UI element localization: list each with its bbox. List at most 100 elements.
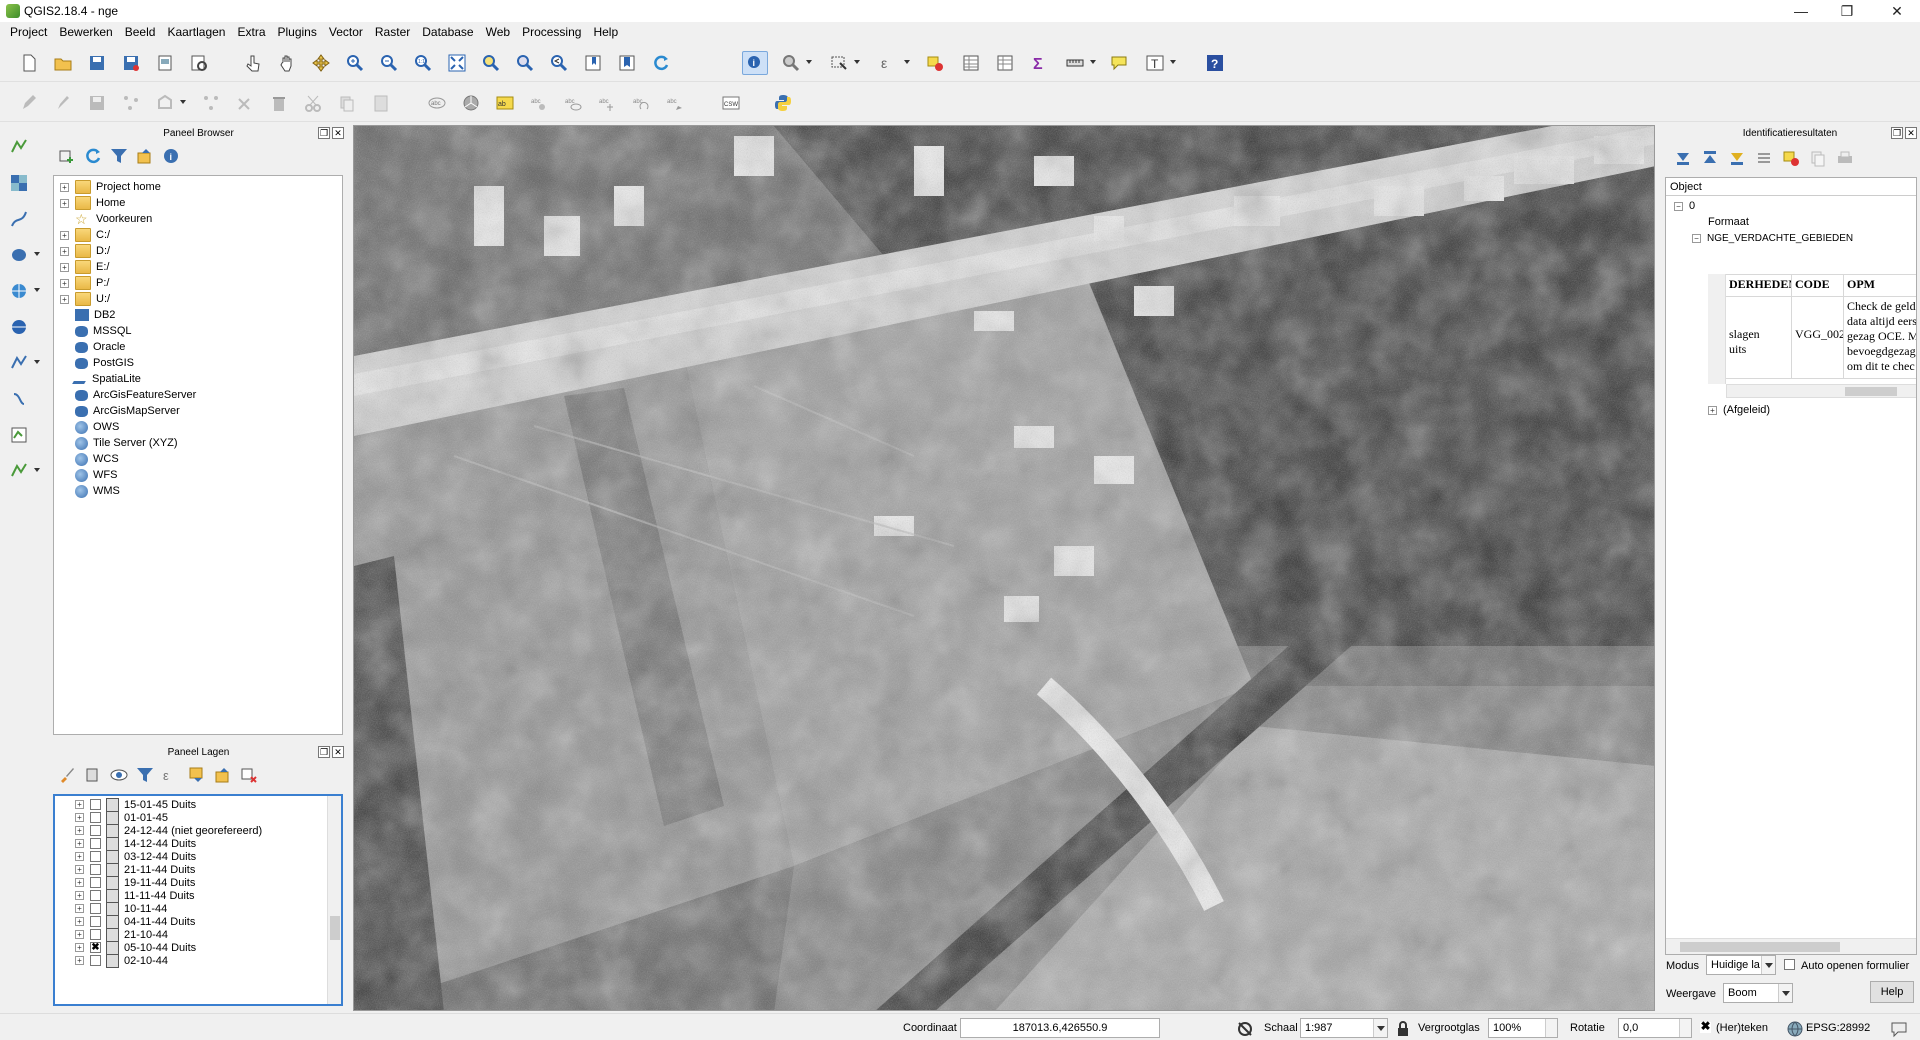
- expand-all-icon[interactable]: [188, 766, 206, 784]
- menu-kaartlagen[interactable]: Kaartlagen: [161, 22, 231, 42]
- pan-hand-icon[interactable]: [274, 51, 300, 75]
- print-results-icon[interactable]: [1836, 149, 1854, 167]
- layer-visibility-checkbox[interactable]: [90, 903, 101, 914]
- browser-item[interactable]: ArcGisMapServer: [60, 403, 180, 419]
- expand-toggle-icon[interactable]: +: [75, 904, 84, 913]
- layer-item[interactable]: +15-01-45 Duits: [75, 797, 196, 812]
- menu-vector[interactable]: Vector: [323, 22, 369, 42]
- expand-toggle-icon[interactable]: +: [60, 262, 69, 272]
- add-delimited-text-icon[interactable]: [6, 387, 32, 411]
- scale-combobox[interactable]: 1:987: [1300, 1018, 1388, 1038]
- layer-item[interactable]: +02-10-44: [75, 953, 168, 968]
- identify-hscrollbar[interactable]: [1666, 938, 1916, 954]
- measure-icon[interactable]: [1062, 51, 1096, 75]
- float-panel-button[interactable]: ❐: [318, 746, 330, 758]
- grid-hscrollbar[interactable]: [1726, 384, 1916, 398]
- derived-row[interactable]: + (Afgeleid): [1708, 402, 1770, 418]
- cut-icon[interactable]: [300, 91, 326, 115]
- collapse-tree-icon[interactable]: [1701, 149, 1719, 167]
- layer-visibility-checkbox[interactable]: [90, 955, 101, 966]
- copy-icon[interactable]: [334, 91, 360, 115]
- statistics-sigma-icon[interactable]: Σ: [1026, 51, 1052, 75]
- expand-toggle-icon[interactable]: +: [75, 826, 84, 835]
- map-canvas[interactable]: [353, 125, 1655, 1011]
- lock-scale-icon[interactable]: [1394, 1020, 1412, 1038]
- zoom-to-layer-icon[interactable]: [512, 51, 538, 75]
- minimize-button[interactable]: —: [1778, 0, 1824, 22]
- filter-browser-icon[interactable]: [110, 147, 128, 165]
- add-wfs-layer-icon[interactable]: [6, 351, 40, 375]
- expand-toggle-icon[interactable]: +: [75, 865, 84, 874]
- browser-item[interactable]: + D:/: [60, 243, 110, 259]
- new-shapefile-icon[interactable]: [6, 423, 32, 447]
- layer-visibility-checkbox[interactable]: [90, 877, 101, 888]
- float-panel-button[interactable]: ❐: [1891, 127, 1903, 139]
- attribute-table-icon[interactable]: [958, 51, 984, 75]
- expand-toggle-icon[interactable]: +: [75, 839, 84, 848]
- expand-toggle-icon[interactable]: +: [75, 917, 84, 926]
- styling-brush-icon[interactable]: [58, 766, 76, 784]
- map-tips-icon[interactable]: [1106, 51, 1132, 75]
- layer-visibility-checkbox[interactable]: [90, 929, 101, 940]
- layer-item[interactable]: +11-11-44 Duits: [75, 888, 195, 903]
- expand-toggle-icon[interactable]: +: [75, 930, 84, 939]
- browser-item[interactable]: OWS: [60, 419, 119, 435]
- move-feature-icon[interactable]: [152, 91, 186, 115]
- layer-diagram-icon[interactable]: [458, 91, 484, 115]
- browser-item[interactable]: WCS: [60, 451, 119, 467]
- layer-item[interactable]: +01-01-45: [75, 810, 168, 825]
- save-project-icon[interactable]: [84, 51, 110, 75]
- expand-toggle-icon[interactable]: +: [60, 278, 69, 288]
- add-postgis-layer-icon[interactable]: [6, 243, 40, 267]
- layer-labeling-icon[interactable]: ab: [492, 91, 518, 115]
- menu-processing[interactable]: Processing: [516, 22, 587, 42]
- add-raster-layer-icon[interactable]: [6, 171, 32, 195]
- browser-item[interactable]: WMS: [60, 483, 120, 499]
- layer-item[interactable]: +21-10-44: [75, 927, 168, 942]
- zoom-in-icon[interactable]: [342, 51, 368, 75]
- grid-header-opm[interactable]: OPM: [1844, 275, 1916, 297]
- expand-toggle-icon[interactable]: +: [75, 800, 84, 809]
- change-label-icon[interactable]: abc: [662, 91, 688, 115]
- move-label-icon[interactable]: abc: [594, 91, 620, 115]
- menu-database[interactable]: Database: [416, 22, 479, 42]
- grid-cell-code[interactable]: VGG_002: [1792, 297, 1844, 379]
- expand-toggle-icon[interactable]: +: [75, 956, 84, 965]
- map-themes-eye-icon[interactable]: [110, 766, 128, 784]
- rotate-label-icon[interactable]: abc: [628, 91, 654, 115]
- node-tool-icon[interactable]: [198, 91, 224, 115]
- browser-item[interactable]: WFS: [60, 467, 117, 483]
- label-abc-icon[interactable]: abc: [424, 91, 450, 115]
- properties-info-icon[interactable]: i: [162, 147, 180, 165]
- filter-legend-icon[interactable]: [136, 766, 154, 784]
- expand-toggle-icon[interactable]: +: [75, 891, 84, 900]
- browser-item[interactable]: PostGIS: [60, 355, 134, 371]
- zoom-last-icon[interactable]: [546, 51, 572, 75]
- formaat-row[interactable]: Formaat: [1708, 214, 1749, 230]
- browser-item[interactable]: ☆ Voorkeuren: [60, 211, 152, 227]
- grid-cell-derheden[interactable]: slagen uits: [1726, 297, 1792, 379]
- grid-header-code[interactable]: CODE: [1792, 275, 1844, 297]
- add-vector-layer-icon[interactable]: [6, 135, 32, 159]
- expand-toggle-icon[interactable]: +: [60, 294, 69, 304]
- show-hide-labels-icon[interactable]: abc: [560, 91, 586, 115]
- expand-toggle-icon[interactable]: +: [75, 943, 84, 952]
- show-bookmarks-icon[interactable]: [614, 51, 640, 75]
- zoom-full-icon[interactable]: [444, 51, 470, 75]
- layer-item[interactable]: +04-11-44 Duits: [75, 914, 195, 929]
- layer-item[interactable]: +21-11-44 Duits: [75, 862, 195, 877]
- refresh-icon[interactable]: [648, 51, 674, 75]
- open-project-icon[interactable]: [50, 51, 76, 75]
- browser-item[interactable]: + P:/: [60, 275, 109, 291]
- pin-labels-icon[interactable]: abc: [526, 91, 552, 115]
- browser-item[interactable]: MSSQL: [60, 323, 132, 339]
- copy-feature-icon[interactable]: [1809, 149, 1827, 167]
- expand-toggle-icon[interactable]: +: [60, 246, 69, 256]
- expand-toggle-icon[interactable]: +: [75, 878, 84, 887]
- expand-new-results-icon[interactable]: [1728, 149, 1746, 167]
- grid-cell-opm[interactable]: Check de geld data altijd eers gezag OCE…: [1844, 297, 1916, 379]
- toggle-extents-icon[interactable]: [1236, 1020, 1254, 1038]
- new-spatialite-icon[interactable]: [6, 459, 40, 483]
- layer-item[interactable]: +19-11-44 Duits: [75, 875, 195, 890]
- close-button[interactable]: ✕: [1874, 0, 1920, 22]
